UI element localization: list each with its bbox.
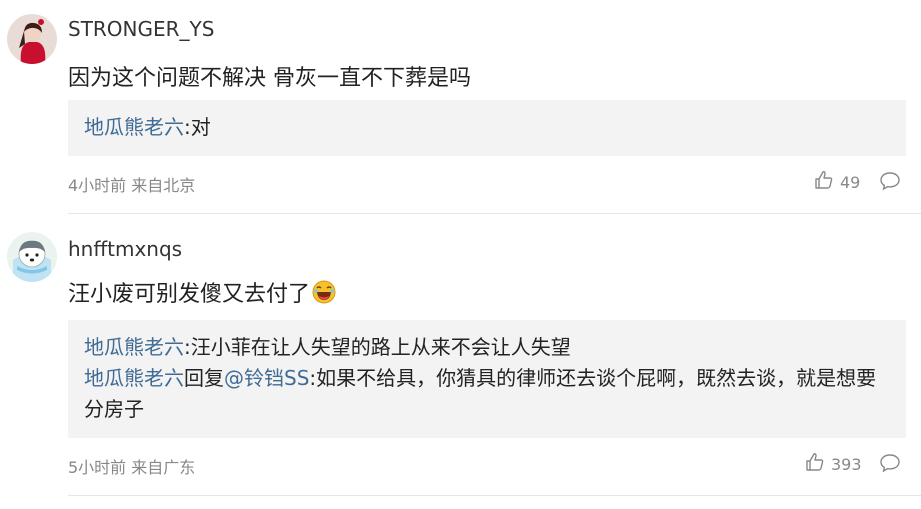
reply-author-link[interactable]: 地瓜熊老六 — [84, 335, 184, 359]
timestamp: 5小时前 — [68, 458, 127, 477]
reply-item: 地瓜熊老六回复@铃铛SS:如果不给具，你猜具的律师还去谈个屁啊，既然去谈，就是想… — [84, 363, 890, 425]
reply-word: 回复 — [184, 366, 224, 390]
reply-item: 地瓜熊老六:对 — [84, 112, 890, 143]
avatar[interactable] — [7, 232, 57, 282]
avatar-image — [7, 14, 57, 64]
comment-button[interactable] — [879, 171, 901, 195]
mention-link[interactable]: @铃铛SS — [224, 366, 309, 390]
reply-text: 汪小菲在让人失望的路上从来不会让人失望 — [190, 335, 571, 359]
username[interactable]: hnfftmxnqs — [68, 237, 182, 261]
comment-text-content: 汪小废可别发傻又去付了 — [68, 282, 311, 307]
location: 来自广东 — [131, 458, 196, 477]
reply-author-link[interactable]: 地瓜熊老六 — [84, 366, 184, 390]
reply-separator: : — [184, 115, 191, 139]
avatar[interactable] — [7, 14, 57, 64]
reply-separator: : — [184, 335, 191, 359]
comment-text: 因为这个问题不解决 骨灰一直不下葬是吗 — [68, 66, 471, 91]
reply-author-link[interactable]: 地瓜熊老六 — [84, 115, 184, 139]
reply-box: 地瓜熊老六:对 — [68, 100, 906, 156]
reply-text: 对 — [190, 115, 211, 139]
laughing-emoji-icon — [312, 280, 336, 310]
speech-bubble-icon — [880, 454, 900, 473]
speech-bubble-icon — [880, 172, 900, 191]
divider — [68, 495, 921, 496]
comment-meta: 5小时前 来自广东 — [68, 454, 195, 478]
like-button[interactable]: 393 — [805, 452, 862, 476]
comment-button[interactable] — [879, 453, 901, 477]
location: 来自北京 — [131, 176, 196, 195]
comment-meta: 4小时前 来自北京 — [68, 172, 195, 196]
timestamp: 4小时前 — [68, 176, 127, 195]
like-count: 393 — [831, 454, 862, 474]
username[interactable]: STRONGER_YS — [68, 17, 214, 41]
thumbs-up-icon — [814, 170, 834, 194]
like-count: 49 — [840, 172, 861, 192]
like-button[interactable]: 49 — [814, 170, 860, 194]
avatar-image — [7, 232, 57, 282]
comment-text: 汪小废可别发傻又去付了 — [68, 276, 336, 310]
thumbs-up-icon — [805, 452, 825, 476]
reply-box: 地瓜熊老六:汪小菲在让人失望的路上从来不会让人失望 地瓜熊老六回复@铃铛SS:如… — [68, 320, 906, 438]
divider — [68, 213, 921, 214]
reply-item: 地瓜熊老六:汪小菲在让人失望的路上从来不会让人失望 — [84, 332, 890, 363]
